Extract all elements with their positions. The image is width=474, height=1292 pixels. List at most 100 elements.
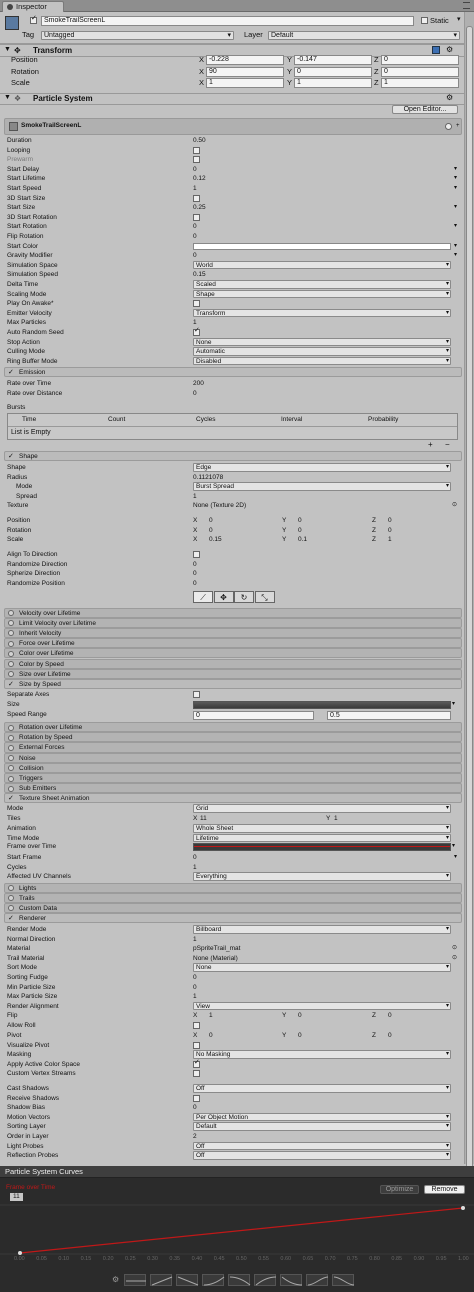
module-enable-toggle[interactable] bbox=[8, 650, 14, 657]
property-dropdown[interactable]: World bbox=[193, 260, 451, 270]
property-value[interactable]: 0 bbox=[193, 251, 197, 260]
vector-z-value[interactable]: 0 bbox=[388, 526, 392, 535]
module-enable-toggle[interactable] bbox=[8, 630, 14, 637]
property-value[interactable]: 0 bbox=[193, 579, 197, 588]
object-field[interactable]: None (Texture 2D) bbox=[193, 501, 246, 510]
module-enable-toggle[interactable] bbox=[8, 785, 14, 792]
flip-row-z[interactable]: 0 bbox=[388, 1011, 392, 1020]
curve-preset-button[interactable] bbox=[228, 1274, 251, 1286]
module-enable-toggle[interactable] bbox=[8, 661, 14, 667]
transform-y-input[interactable]: 0 bbox=[294, 67, 372, 77]
vector-y-value[interactable]: 0.1 bbox=[298, 535, 307, 544]
vector-x-value[interactable]: 0 bbox=[209, 526, 213, 535]
curve-mode-dropdown-icon[interactable]: ▾ bbox=[454, 222, 457, 231]
curve-preset-button[interactable] bbox=[332, 1274, 355, 1286]
module-header[interactable]: ✓ Size by Speed bbox=[4, 679, 462, 690]
transform-x-input[interactable]: 1 bbox=[206, 78, 284, 88]
curve-max-value[interactable]: 11 bbox=[10, 1193, 23, 1201]
property-dropdown[interactable]: No Masking bbox=[193, 1050, 451, 1059]
module-enable-toggle[interactable] bbox=[8, 744, 14, 751]
property-checkbox[interactable] bbox=[193, 551, 200, 558]
edit-shape-icon[interactable]: ⟋ bbox=[193, 591, 213, 603]
property-value[interactable]: 0.12 bbox=[193, 174, 206, 183]
module-header[interactable]: Limit Velocity over Lifetime bbox=[4, 617, 462, 628]
module-header[interactable]: ✓ Texture Sheet Animation bbox=[4, 793, 462, 804]
active-checkbox[interactable] bbox=[30, 15, 37, 24]
property-dropdown[interactable]: Grid bbox=[193, 804, 451, 813]
start-color-swatch[interactable] bbox=[193, 242, 451, 250]
object-field[interactable]: pSpriteTrail_mat bbox=[193, 944, 240, 953]
module-enable-toggle[interactable] bbox=[8, 671, 14, 678]
vector-z-value[interactable]: 1 bbox=[388, 535, 392, 544]
curve-preset-button[interactable] bbox=[280, 1274, 303, 1286]
transform-x-input[interactable]: 90 bbox=[206, 67, 284, 77]
property-dropdown[interactable]: Edge bbox=[193, 463, 451, 472]
property-dropdown[interactable]: None bbox=[193, 963, 451, 972]
module-enable-toggle[interactable] bbox=[8, 895, 14, 902]
module-header[interactable]: Rotation over Lifetime bbox=[4, 722, 462, 733]
property-value[interactable]: 0.1121078 bbox=[193, 473, 223, 482]
transform-z-input[interactable]: 1 bbox=[381, 78, 459, 88]
property-value[interactable]: 0 bbox=[193, 973, 197, 982]
add-icon[interactable]: + bbox=[456, 123, 460, 129]
module-enabled-check-icon[interactable]: ✓ bbox=[8, 795, 15, 802]
tab-inspector[interactable]: Inspector bbox=[2, 1, 64, 12]
help-icon[interactable] bbox=[445, 123, 452, 130]
property-dropdown[interactable]: None bbox=[193, 337, 451, 347]
object-field[interactable]: None (Material) bbox=[193, 954, 238, 963]
curve-mode-dropdown-icon[interactable]: ▾ bbox=[454, 203, 457, 212]
property-value[interactable]: 0 bbox=[193, 983, 197, 992]
property-dropdown[interactable]: Scaled bbox=[193, 280, 451, 289]
speed-range-max[interactable]: 0.5 bbox=[327, 711, 451, 720]
transform-x-input[interactable]: -0.228 bbox=[206, 55, 284, 65]
open-editor-button[interactable]: Open Editor... bbox=[392, 105, 458, 114]
frame-curve-preview[interactable] bbox=[193, 843, 451, 851]
property-checkbox[interactable] bbox=[193, 1070, 200, 1078]
curve-mode-dropdown-icon[interactable]: ▾ bbox=[454, 242, 457, 251]
property-value[interactable]: 1 bbox=[193, 935, 197, 944]
module-header[interactable]: Sub Emitters bbox=[4, 783, 462, 794]
property-dropdown[interactable]: Automatic bbox=[193, 347, 451, 356]
property-dropdown[interactable]: Shape bbox=[193, 289, 451, 299]
curve-mode-dropdown-icon[interactable]: ▾ bbox=[454, 165, 457, 174]
tiles-x-value[interactable]: 11 bbox=[200, 814, 207, 823]
tiles-y-value[interactable]: 1 bbox=[334, 814, 338, 823]
rotate-tool-icon[interactable]: ↻ bbox=[234, 591, 254, 603]
add-burst-button[interactable]: + bbox=[428, 440, 433, 449]
remove-burst-button[interactable]: − bbox=[445, 440, 450, 449]
property-checkbox[interactable] bbox=[193, 1041, 200, 1049]
property-value[interactable]: 0 bbox=[193, 853, 197, 862]
static-dropdown-icon[interactable]: ▾ bbox=[457, 15, 461, 23]
module-header[interactable]: Color over Lifetime bbox=[4, 648, 462, 659]
curve-mode-dropdown-icon[interactable]: ▾ bbox=[454, 251, 457, 260]
property-checkbox[interactable] bbox=[193, 194, 200, 202]
property-checkbox[interactable] bbox=[193, 1094, 200, 1102]
scrollbar-thumb[interactable] bbox=[466, 26, 473, 1174]
module-enable-toggle[interactable] bbox=[8, 610, 14, 616]
property-checkbox[interactable] bbox=[193, 300, 200, 308]
transform-y-input[interactable]: 1 bbox=[294, 78, 372, 88]
particle-system-header[interactable]: ▼ ❖ Particle System ⚙ bbox=[0, 93, 474, 105]
module-enable-toggle[interactable] bbox=[8, 905, 14, 912]
module-enable-toggle[interactable] bbox=[8, 775, 14, 782]
property-dropdown[interactable]: Per Object Motion bbox=[193, 1112, 451, 1122]
pivot-row-z[interactable]: 0 bbox=[388, 1031, 392, 1040]
property-checkbox[interactable] bbox=[193, 327, 200, 336]
flip-row-x[interactable]: 1 bbox=[209, 1011, 213, 1020]
vector-y-value[interactable]: 0 bbox=[298, 516, 302, 525]
tab-menu-icon[interactable] bbox=[463, 2, 470, 9]
curve-mode-dropdown-icon[interactable]: ▾ bbox=[454, 853, 457, 862]
foldout-arrow-icon[interactable]: ▼ bbox=[4, 94, 11, 101]
inspector-scrollbar[interactable] bbox=[464, 12, 474, 1174]
property-value[interactable]: 1 bbox=[193, 492, 197, 501]
curve-preset-button[interactable] bbox=[124, 1274, 146, 1286]
remove-button[interactable]: Remove bbox=[424, 1185, 465, 1194]
module-enable-toggle[interactable] bbox=[8, 620, 14, 627]
module-enabled-check-icon[interactable]: ✓ bbox=[8, 681, 15, 688]
property-value[interactable]: 2 bbox=[193, 1132, 197, 1141]
property-dropdown[interactable]: Off bbox=[193, 1084, 451, 1093]
module-header[interactable]: Inherit Velocity bbox=[4, 627, 462, 639]
pivot-row-y[interactable]: 0 bbox=[298, 1031, 302, 1040]
module-enabled-check-icon[interactable]: ✓ bbox=[8, 453, 15, 460]
module-enable-toggle[interactable] bbox=[8, 724, 14, 731]
